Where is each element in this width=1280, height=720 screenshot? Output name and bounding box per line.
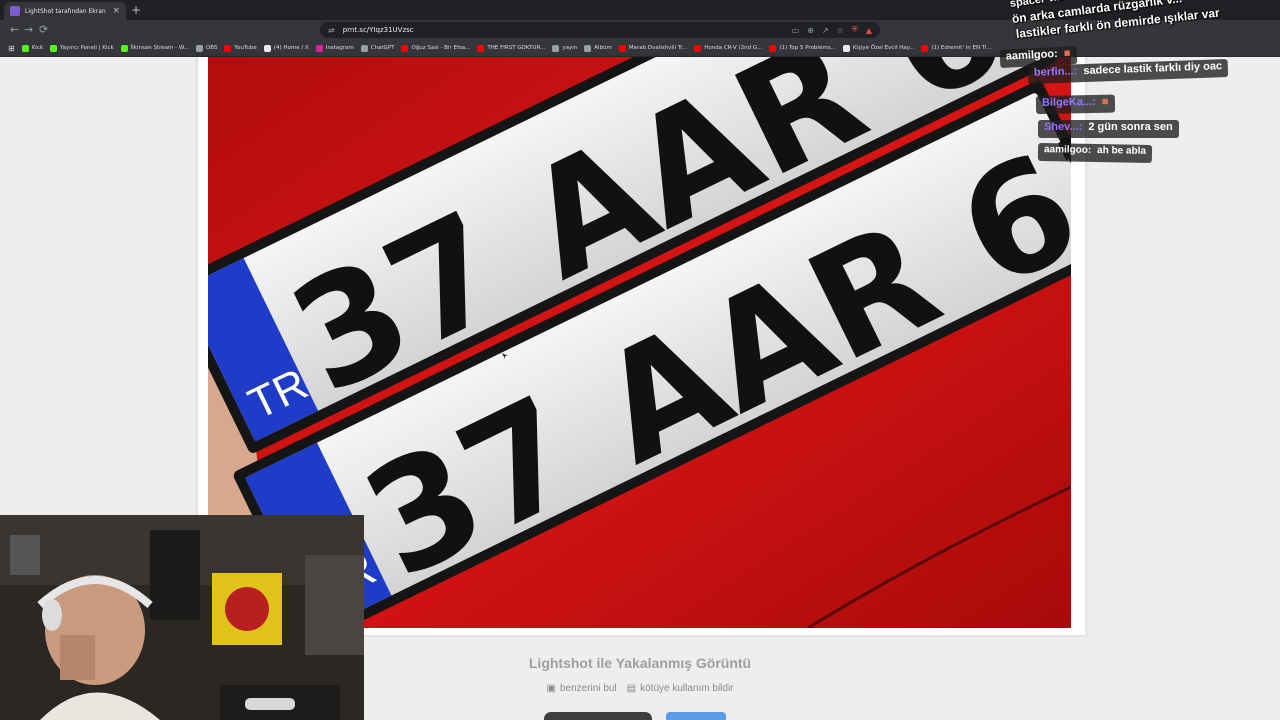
bookmark-favicon-icon — [50, 44, 58, 52]
emote-icon: ■ — [1101, 95, 1109, 108]
bookmark-label: Oğuz Sasi - Bir Efsa... — [411, 45, 471, 51]
bookmark-item[interactable]: Merab Dvalishvili Tr... — [618, 44, 688, 52]
reload-button[interactable]: ⟳ — [39, 23, 48, 37]
bookmark-label: Honda CR-V (2nd G... — [704, 45, 763, 51]
dark-button[interactable] — [544, 712, 652, 720]
chat-text: sadece lastik farklı diy oac — [1083, 60, 1223, 78]
bookmark-item[interactable]: ChatGPT — [360, 44, 395, 52]
cast-icon[interactable]: ▭ — [792, 26, 800, 35]
bookmark-label: THE FIRST GOKTUR... — [487, 45, 546, 51]
chat-username: aamilgoo: — [1043, 144, 1092, 156]
address-bar[interactable]: ⇌ prnt.sc/YIqz31UVzsc ▭ ⊕ ↗ ☆ ⛨ ▲ — [320, 22, 880, 38]
chat-username: berfin...: — [1033, 65, 1078, 79]
bookmark-favicon-icon — [263, 44, 271, 52]
chat-username: Shev...: — [1044, 121, 1083, 133]
tab-close-icon[interactable]: × — [112, 6, 120, 16]
bookmark-favicon-icon — [694, 44, 702, 52]
chat-username: aamilgoo: — [1005, 47, 1059, 63]
bookmark-favicon-icon — [401, 44, 409, 52]
chat-text: 2 gün sonra sen — [1088, 121, 1173, 133]
webcam-feed — [0, 515, 364, 720]
emote-icon: ■ — [1063, 47, 1071, 60]
site-info-icon[interactable]: ⇌ — [328, 26, 335, 35]
bookmark-item[interactable]: (1) Edremit' in EN Ti... — [921, 44, 992, 52]
bookmark-item[interactable]: Yayıncı Paneli | Kick — [50, 44, 114, 52]
bookmark-item[interactable]: Albüm — [584, 44, 612, 52]
webcam-image — [0, 515, 364, 720]
bookmark-favicon-icon — [360, 44, 368, 52]
bookmark-favicon-icon — [618, 44, 626, 52]
bookmark-favicon-icon — [584, 44, 592, 52]
chat-message: Shev...: 2 gün sonra sen — [1038, 120, 1179, 138]
bookmark-label: yayın — [562, 45, 578, 51]
bookmark-favicon-icon — [195, 44, 203, 52]
bookmark-favicon-icon — [921, 44, 929, 52]
lightshot-favicon-icon — [10, 6, 20, 16]
bookmark-item[interactable]: (4) Home / X — [263, 44, 309, 52]
bookmark-favicon-icon — [769, 44, 777, 52]
bookmark-label: Kick — [31, 45, 44, 51]
chat-text: ah be abla — [1096, 145, 1147, 157]
bookmark-item[interactable]: (1) Top 5 Problems... — [769, 44, 836, 52]
new-tab-button[interactable]: + — [131, 3, 141, 17]
blue-button[interactable] — [666, 712, 726, 720]
bookmark-item[interactable]: Kick — [21, 44, 44, 52]
zoom-icon[interactable]: ⊕ — [807, 26, 814, 35]
report-abuse-label: kötüye kullanım bildir — [640, 683, 734, 694]
bookmark-label: OBS — [205, 45, 218, 51]
chat-username: BilgeKa...: — [1041, 95, 1096, 109]
bookmark-label: (4) Home / X — [273, 45, 309, 51]
bookmark-item[interactable]: yayın — [552, 44, 578, 52]
bookmark-favicon-icon — [552, 44, 560, 52]
share-icon[interactable]: ↗ — [822, 26, 829, 35]
browser-tab[interactable]: LightShot tarafından Ekran Görü... × — [4, 2, 126, 20]
bookmark-favicon-icon — [842, 44, 850, 52]
bookmark-item[interactable]: Kişiye Özel Evcil Hay... — [842, 44, 915, 52]
mouse-cursor-icon — [502, 353, 508, 359]
bookmark-favicon-icon — [477, 44, 485, 52]
alert-triangle-icon[interactable]: ▲ — [866, 26, 872, 35]
camera-icon: ▣ — [546, 683, 556, 694]
bookmark-item[interactable]: THE FIRST GOKTUR... — [477, 44, 546, 52]
bookmark-item[interactable]: OBS — [195, 44, 218, 52]
bookmark-label: İlkinsan Stream - W... — [130, 45, 189, 51]
bookmark-label: Instagram — [325, 45, 354, 51]
back-button[interactable]: ← — [10, 23, 19, 37]
bookmark-item[interactable]: YouTube — [224, 44, 257, 52]
bookmark-favicon-icon — [21, 44, 29, 52]
chat-message: BilgeKa...: ■ — [1035, 94, 1115, 114]
bookmark-label: YouTube — [234, 45, 257, 51]
bookmark-item[interactable]: İlkinsan Stream - W... — [120, 44, 189, 52]
chat-overlay: aamilgoo: ■ berfin...: sadece lastik far… — [999, 0, 1280, 180]
url-text: prnt.sc/YIqz31UVzsc — [342, 26, 414, 34]
bookmark-favicon-icon — [224, 44, 232, 52]
bookmark-label: Yayıncı Paneli | Kick — [60, 45, 114, 51]
flag-icon: ▤ — [626, 683, 637, 694]
bookmark-label: (1) Edremit' in EN Ti... — [931, 45, 992, 51]
find-similar-link[interactable]: ▣ benzerini bul — [547, 683, 617, 694]
tab-title: LightShot tarafından Ekran Görü... — [25, 7, 107, 15]
brave-shield-icon[interactable]: ⛨ — [852, 25, 858, 35]
bookmark-label: Albüm — [594, 45, 612, 51]
apps-grid-icon[interactable]: ⊞ — [8, 44, 15, 53]
bookmark-item[interactable]: Oğuz Sasi - Bir Efsa... — [401, 44, 471, 52]
report-abuse-link[interactable]: ▤ kötüye kullanım bildir — [627, 683, 734, 694]
bookmark-item[interactable]: Honda CR-V (2nd G... — [694, 44, 763, 52]
screen: LightShot tarafından Ekran Görü... × + ←… — [0, 0, 1280, 720]
bookmark-label: (1) Top 5 Problems... — [779, 45, 836, 51]
bookmark-label: Merab Dvalishvili Tr... — [628, 45, 688, 51]
bookmark-label: Kişiye Özel Evcil Hay... — [852, 45, 915, 51]
find-similar-label: benzerini bul — [559, 683, 617, 694]
bookmark-favicon-icon — [315, 44, 323, 52]
bookmark-favicon-icon — [120, 44, 128, 52]
bookmark-item[interactable]: Instagram — [315, 44, 354, 52]
forward-button[interactable]: → — [24, 23, 33, 37]
bookmark-star-icon[interactable]: ☆ — [837, 26, 844, 35]
bookmark-label: ChatGPT — [370, 45, 395, 51]
chat-message: aamilgoo: ah be abla — [1037, 143, 1153, 163]
